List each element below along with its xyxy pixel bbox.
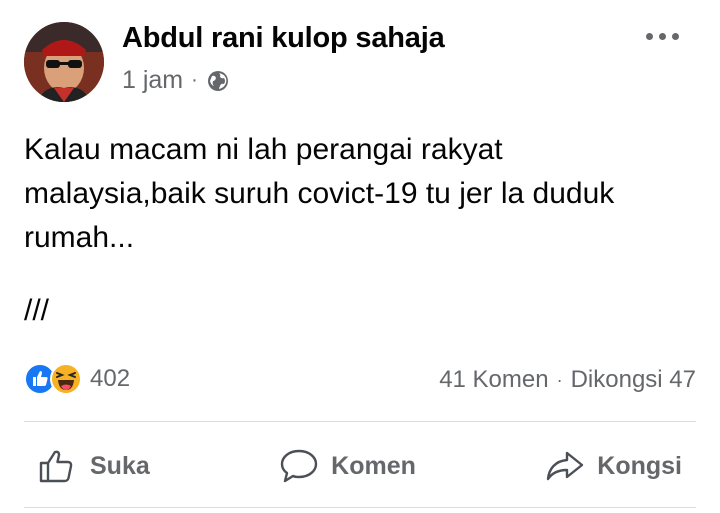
divider-top xyxy=(24,421,696,422)
facebook-post: Abdul rani kulop sahaja 1 jam · Kalau ma… xyxy=(0,0,720,513)
more-options-icon[interactable] xyxy=(646,24,686,48)
share-icon xyxy=(547,451,584,481)
divider-bottom xyxy=(24,507,696,508)
action-bar: Suka Komen Kongsi xyxy=(24,426,696,506)
post-stats: 41 Komen · Dikongsi 47 xyxy=(439,366,696,394)
post-time[interactable]: 1 jam xyxy=(122,66,183,95)
meta-separator: · xyxy=(191,69,198,91)
post-meta: 1 jam · xyxy=(122,66,230,95)
comment-button-label: Komen xyxy=(331,451,416,480)
haha-icon xyxy=(50,363,82,395)
thumbs-up-icon xyxy=(39,450,73,483)
author-name[interactable]: Abdul rani kulop sahaja xyxy=(122,22,445,55)
post-body: Kalau macam ni lah perangai rakyat malay… xyxy=(24,133,615,254)
share-count[interactable]: Dikongsi 47 xyxy=(571,366,696,394)
like-button[interactable]: Suka xyxy=(24,448,164,484)
like-button-label: Suka xyxy=(90,451,150,480)
share-button-label: Kongsi xyxy=(597,451,682,480)
reaction-summary[interactable]: 402 xyxy=(24,362,130,396)
post-extra-text: /// xyxy=(24,294,50,327)
avatar[interactable] xyxy=(24,22,104,102)
comment-icon xyxy=(280,449,318,483)
comment-count[interactable]: 41 Komen xyxy=(439,366,548,394)
globe-icon xyxy=(206,69,230,93)
reaction-count: 402 xyxy=(90,365,131,392)
stats-separator: · xyxy=(556,369,563,390)
share-button[interactable]: Kongsi xyxy=(531,448,696,484)
comment-button[interactable]: Komen xyxy=(265,448,430,484)
